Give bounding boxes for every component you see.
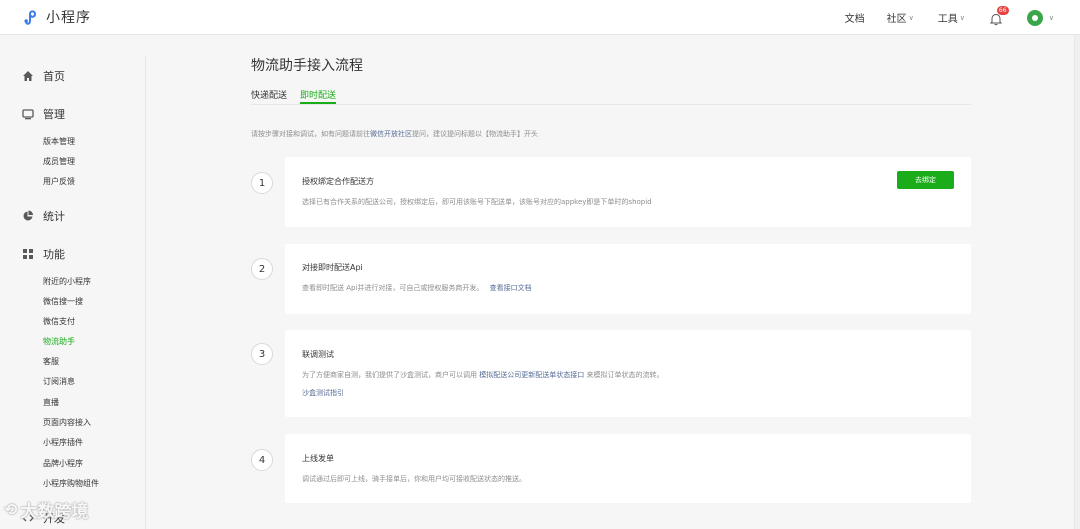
nav-community-label: 社区 (886, 14, 907, 25)
step-title: 联调测试 (302, 350, 334, 359)
watermark-logo-icon: ⟲ (4, 500, 18, 519)
step-number: 3 (251, 343, 273, 365)
sandbox-guide-link[interactable]: 沙盒测试指引 (302, 388, 344, 398)
miniprogram-logo-icon (22, 8, 40, 26)
sidebar-item-plugins[interactable]: 小程序插件 (43, 437, 83, 448)
step-desc: 查看即时配送 Api并进行对接，可自己或授权服务商开发。 查看接口文档 (302, 283, 532, 293)
page-scrollbar[interactable] (1074, 35, 1080, 529)
grid-icon (22, 248, 34, 260)
tab-instant-delivery[interactable]: 即时配送 (300, 88, 336, 101)
mock-status-api-link[interactable]: 模拟配送公司更新配送单状态接口 (479, 371, 584, 379)
logo[interactable]: 小程序 (22, 7, 91, 27)
sidebar-item-logistics[interactable]: 物流助手 (43, 336, 75, 347)
chevron-down-icon: ∨ (959, 13, 965, 22)
intro-suffix: 提问，建议提问标题以【物流助手】开头 (412, 130, 538, 138)
active-tab-indicator (300, 102, 336, 104)
intro-prefix: 请按步骤对接和调试，如有问题请前往 (251, 130, 370, 138)
sidebar-item-shopping-component[interactable]: 小程序购物组件 (43, 478, 99, 489)
app-name: 小程序 (46, 10, 91, 26)
sidebar-item-user-feedback[interactable]: 用户反馈 (43, 176, 75, 187)
step-number: 2 (251, 258, 273, 280)
sidebar-item-subscribe-message[interactable]: 订阅消息 (43, 376, 75, 387)
nav-docs-link[interactable]: 文档 (845, 10, 865, 25)
sidebar-item-page-content[interactable]: 页面内容接入 (43, 417, 91, 428)
sidebar: 首页 管理 版本管理 成员管理 用户反馈 统计 功能 附近的小程序 微信搜一搜 … (0, 56, 146, 529)
top-header: 小程序 文档 社区 ∨ 工具 ∨ 66 ∨ (0, 0, 1080, 35)
watermark: ⟲ 大数跨境 (4, 497, 88, 522)
pie-chart-icon (22, 210, 34, 222)
intro-text: 请按步骤对接和调试，如有问题请前往微信开放社区提问，建议提问标题以【物流助手】开… (251, 129, 538, 139)
step-number: 1 (251, 172, 273, 194)
api-docs-link[interactable]: 查看接口文档 (490, 284, 532, 292)
sidebar-item-label: 统计 (43, 210, 65, 223)
step-card: 对接即时配送Api 查看即时配送 Api并进行对接，可自己或授权服务商开发。 查… (285, 244, 971, 314)
sidebar-item-manage[interactable]: 管理 (22, 106, 65, 122)
step-title: 授权绑定合作配送方 (302, 177, 374, 186)
open-community-link[interactable]: 微信开放社区 (370, 130, 412, 138)
step-title: 上线发单 (302, 454, 334, 463)
step-desc-prefix: 为了方便商家自测，我们提供了沙盒测试，商户可以调用 (302, 371, 477, 379)
sidebar-item-label: 管理 (43, 108, 65, 121)
step-card: 联调测试 为了方便商家自测，我们提供了沙盒测试，商户可以调用 模拟配送公司更新配… (285, 330, 971, 417)
sidebar-item-home[interactable]: 首页 (22, 68, 65, 84)
top-nav: 文档 社区 ∨ 工具 ∨ 66 ∨ (845, 0, 1080, 35)
step-desc-text: 查看即时配送 Api并进行对接，可自己或授权服务商开发。 (302, 284, 484, 292)
step-desc: 调试通过后即可上线，骑手接单后，你和用户均可接收配送状态的推送。 (302, 475, 526, 483)
sidebar-item-version-manage[interactable]: 版本管理 (43, 136, 75, 147)
chevron-down-icon: ∨ (908, 13, 914, 22)
sidebar-item-wechat-search[interactable]: 微信搜一搜 (43, 296, 83, 307)
step-desc-suffix: 来模拟订单状态的流转。 (586, 371, 664, 379)
sidebar-item-label: 功能 (43, 248, 65, 261)
notification-count-badge: 66 (996, 5, 1009, 15)
sidebar-item-wechat-pay[interactable]: 微信支付 (43, 316, 75, 327)
nav-community-menu[interactable]: 社区 ∨ (886, 10, 914, 26)
step-title: 对接即时配送Api (302, 263, 363, 272)
monitor-icon (22, 108, 34, 120)
sidebar-item-customer-service[interactable]: 客服 (43, 356, 59, 367)
step-desc: 为了方便商家自测，我们提供了沙盒测试，商户可以调用 模拟配送公司更新配送单状态接… (302, 370, 663, 380)
home-icon (22, 70, 34, 82)
step-card: 上线发单 调试通过后即可上线，骑手接单后，你和用户均可接收配送状态的推送。 (285, 434, 971, 503)
tab-express-delivery[interactable]: 快递配送 (251, 88, 287, 101)
sidebar-item-nearby-miniprogram[interactable]: 附近的小程序 (43, 276, 91, 287)
step-card: 授权绑定合作配送方 选择已有合作关系的配送公司，授权绑定后，即可用该账号下配送单… (285, 157, 971, 227)
chevron-down-icon[interactable]: ∨ (1049, 14, 1054, 22)
notification-button[interactable]: 66 (989, 5, 1009, 28)
sidebar-item-features[interactable]: 功能 (22, 246, 65, 262)
avatar[interactable] (1026, 9, 1043, 26)
sidebar-item-member-manage[interactable]: 成员管理 (43, 156, 75, 167)
watermark-text: 大数跨境 (20, 502, 89, 522)
bind-button[interactable]: 去绑定 (897, 171, 954, 189)
step-desc: 选择已有合作关系的配送公司，授权绑定后，即可用该账号下配送单，该账号对应的app… (302, 198, 652, 206)
sidebar-item-live[interactable]: 直播 (43, 397, 59, 408)
sidebar-item-brand-miniprogram[interactable]: 品牌小程序 (43, 458, 83, 469)
tab-bar: 快递配送 即时配送 (251, 82, 971, 105)
page-title: 物流助手接入流程 (251, 58, 363, 74)
nav-tools-label: 工具 (937, 14, 958, 25)
step-number: 4 (251, 449, 273, 471)
sidebar-item-label: 首页 (43, 70, 65, 83)
nav-tools-menu[interactable]: 工具 ∨ (937, 10, 965, 26)
sidebar-item-stats[interactable]: 统计 (22, 208, 65, 224)
